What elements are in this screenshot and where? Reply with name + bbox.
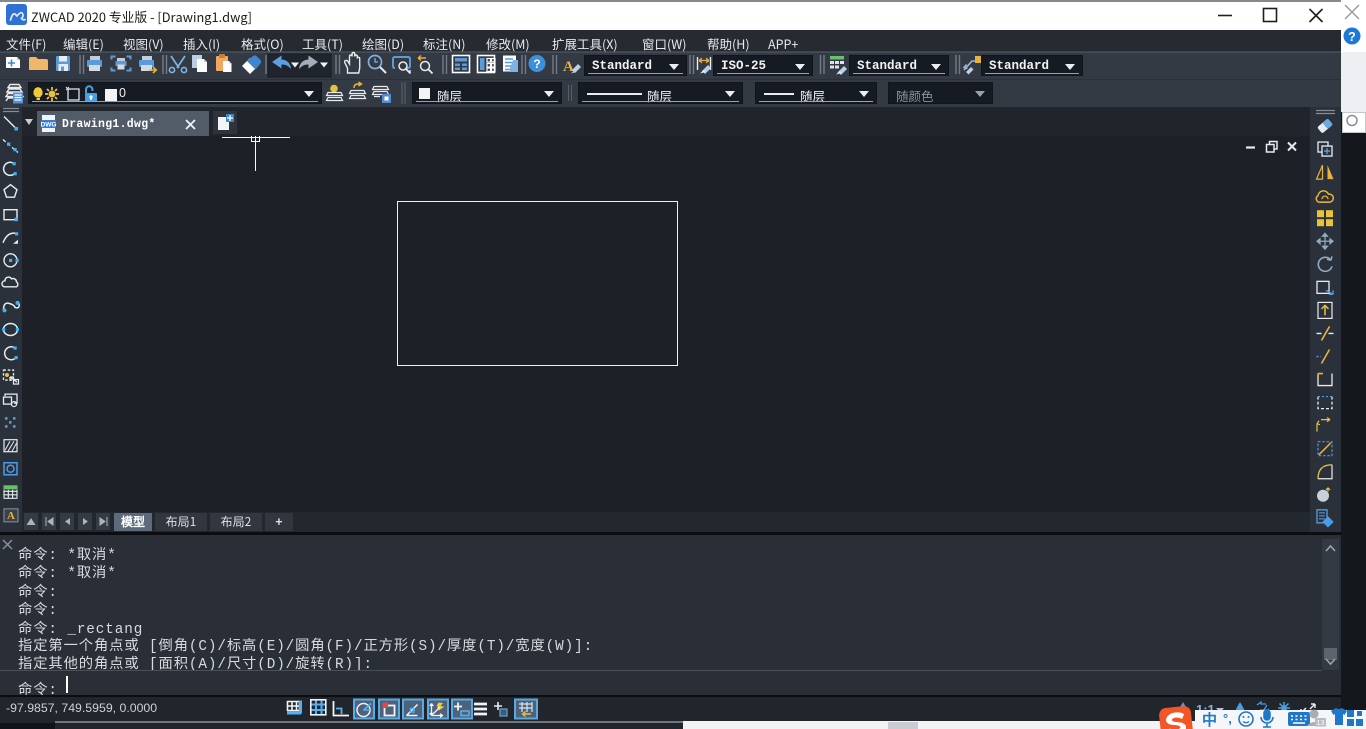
svg-text:?: ? bbox=[1348, 30, 1356, 44]
svg-text:°,: °, bbox=[1223, 711, 1232, 726]
svg-text:中: 中 bbox=[1202, 709, 1217, 729]
svg-text:13: 13 bbox=[1317, 720, 1325, 727]
